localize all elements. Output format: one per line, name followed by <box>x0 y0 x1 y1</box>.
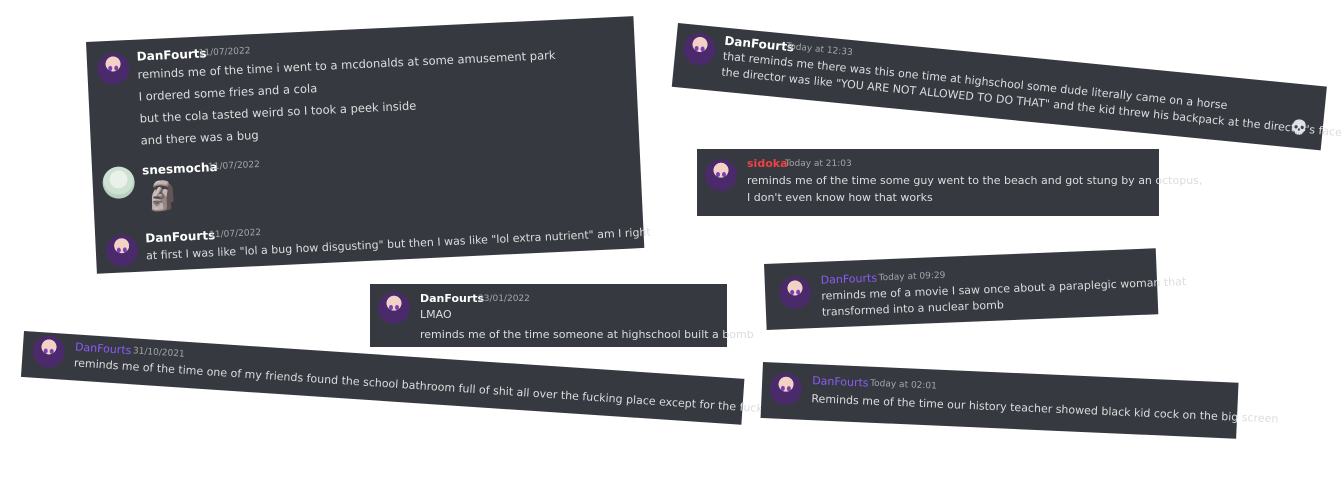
user-avatar[interactable] <box>31 334 66 369</box>
username[interactable]: snesmocha <box>142 160 218 178</box>
username[interactable]: DanFourts <box>820 271 877 286</box>
user-avatar[interactable] <box>96 52 131 86</box>
timestamp: 11/07/2022 <box>207 159 261 173</box>
username[interactable]: DanFourts <box>812 374 869 389</box>
message-line: and there was a bug <box>140 127 259 148</box>
avatar-eye <box>122 247 127 253</box>
avatar-eye <box>395 305 399 310</box>
username[interactable]: sidoka <box>747 157 788 170</box>
avatar-eye <box>790 289 795 295</box>
message-card-bomb: DanFourts 23/01/2022 LMAO reminds me of … <box>370 284 754 347</box>
avatar-eye <box>700 46 705 52</box>
avatar-eye <box>43 348 48 354</box>
user-avatar[interactable] <box>105 233 139 268</box>
message-line: LMAO <box>420 308 452 321</box>
username[interactable]: DanFourts <box>75 340 132 357</box>
message-card-history: DanFourts Today at 02:01 Reminds me of t… <box>760 362 1279 439</box>
avatar-eye <box>780 385 785 391</box>
message-card-movie: DanFourts Today at 09:29 reminds me of a… <box>764 248 1186 330</box>
avatar-eye <box>796 289 801 295</box>
user-avatar[interactable] <box>778 276 812 310</box>
username[interactable]: DanFourts <box>420 292 484 305</box>
avatar-eye <box>722 172 726 177</box>
timestamp: 23/01/2022 <box>478 294 530 304</box>
user-avatar[interactable] <box>769 372 803 406</box>
message-line: reminds me of the time some guy went to … <box>747 174 1203 187</box>
message-line: Reminds me of the time our history teach… <box>811 392 1279 426</box>
timestamp: 11/07/2022 <box>198 46 251 59</box>
message-line: reminds me of the time someone at highsc… <box>420 328 754 341</box>
timestamp: Today at 02:01 <box>869 378 938 392</box>
username[interactable]: DanFourts <box>145 228 215 245</box>
message-line: I don't even know how that works <box>747 191 933 204</box>
avatar-eye <box>716 172 720 177</box>
user-avatar[interactable] <box>705 159 737 191</box>
message-line: reminds me of the time one of my friends… <box>73 356 818 419</box>
message-card-mcdonalds: DanFourts 11/07/2022 reminds me of the t… <box>86 16 651 274</box>
timestamp: 31/10/2021 <box>132 346 185 360</box>
message-line: but the cola tasted weird so I took a pe… <box>139 98 417 126</box>
message-line: the director was like "YOU ARE NOT ALLOW… <box>720 65 1343 140</box>
avatar-eye <box>694 45 699 52</box>
user-avatar[interactable] <box>378 292 410 324</box>
avatar-eye <box>786 386 791 392</box>
avatar-eye <box>108 65 113 71</box>
user-avatar[interactable] <box>682 31 718 67</box>
timestamp: 11/07/2022 <box>209 227 262 241</box>
avatar-eye <box>389 305 393 310</box>
avatar-eye <box>116 247 121 253</box>
username[interactable]: DanFourts <box>136 46 206 63</box>
message-line: I ordered some fries and a cola <box>138 81 318 104</box>
message-card-octopus: sidoka Today at 21:03 reminds me of the … <box>697 149 1202 216</box>
avatar-eye <box>114 65 119 71</box>
skull-icon: 💀 <box>1289 119 1309 137</box>
timestamp: Today at 09:29 <box>878 270 946 284</box>
moai-emoji: 🗿 <box>144 178 181 214</box>
message-card-horse: DanFourts Today at 12:33 that reminds me… <box>671 23 1343 151</box>
user-avatar[interactable] <box>101 165 136 200</box>
timestamp: Today at 21:03 <box>785 159 852 169</box>
avatar-eye <box>49 348 54 355</box>
